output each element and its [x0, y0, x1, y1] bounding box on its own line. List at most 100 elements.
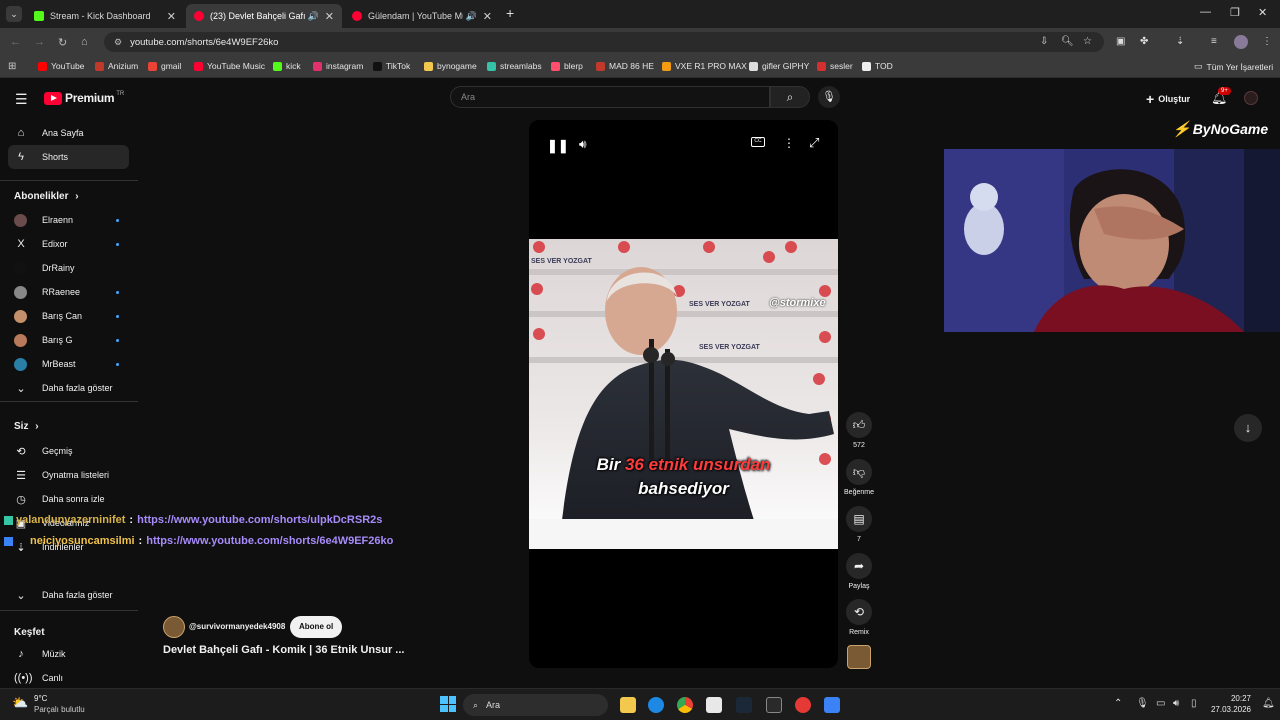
youtube-premium-logo[interactable]: Premium TR	[44, 91, 124, 105]
extensions-puzzle-icon[interactable]: ✤	[1140, 36, 1148, 47]
fullscreen-icon[interactable]: ⤢	[809, 135, 819, 151]
tray-chevron-icon[interactable]: ⌃	[1114, 698, 1122, 709]
tab-kick-dashboard[interactable]: Stream - Kick Dashboard ✕	[26, 4, 184, 28]
url-text[interactable]: youtube.com/shorts/6e4W9EF26ko	[130, 37, 278, 48]
tab-youtube-music[interactable]: Gülendam | YouTube Music 🔊 ✕	[344, 4, 500, 28]
start-button[interactable]	[440, 696, 456, 712]
remix-action[interactable]: ⟲ Remix	[846, 599, 872, 636]
restore-icon[interactable]: ❐	[1230, 6, 1240, 19]
bookmark-item[interactable]: bynogame	[424, 61, 477, 71]
address-bar[interactable]: ⚙ youtube.com/shorts/6e4W9EF26ko	[104, 32, 1104, 52]
weather-icon[interactable]: ⛅	[12, 695, 28, 711]
minimize-icon[interactable]: —	[1200, 6, 1211, 18]
share-icon[interactable]: ➦	[846, 553, 872, 579]
sidebar-show-more[interactable]: ⌄ Daha fazla göster	[8, 583, 129, 607]
thumbs-down-icon[interactable]: 👎︎	[846, 459, 872, 485]
like-action[interactable]: 👍︎ 572	[846, 412, 872, 449]
video-frame[interactable]: SES VER YOZGAT SES VER YOZGAT SES VER YO…	[529, 239, 838, 549]
voice-search-button[interactable]: 🎙︎	[818, 86, 840, 108]
search-button[interactable]: ⌕	[770, 86, 810, 108]
more-options-icon[interactable]: ⋮	[783, 136, 795, 150]
sidebar-item-shorts[interactable]: ϟ Shorts	[8, 145, 129, 169]
bookmark-star-icon[interactable]: ☆	[1083, 36, 1092, 47]
epic-games-icon[interactable]	[766, 697, 782, 713]
comment-icon[interactable]: ▤	[846, 506, 872, 532]
sidebar-item[interactable]: ◷ Daha sonra izle	[8, 487, 129, 511]
bookmark-item[interactable]: YouTube Music	[194, 61, 265, 71]
close-tab-icon[interactable]: ✕	[167, 10, 176, 23]
bookmark-item[interactable]: gmail	[148, 61, 181, 71]
section-subscriptions[interactable]: Abonelikler ›	[14, 191, 79, 202]
all-bookmarks-folder[interactable]: ▭ Tüm Yer İşaretleri	[1194, 61, 1273, 72]
sidebar-sub[interactable]: RRaenee	[8, 280, 129, 304]
thumbs-up-icon[interactable]: 👍︎	[846, 412, 872, 438]
close-window-icon[interactable]: ✕	[1258, 6, 1267, 19]
menu-kebab-icon[interactable]: ⋮	[1262, 36, 1272, 47]
edge-icon[interactable]	[648, 697, 664, 713]
speaker-icon[interactable]: 🔊	[466, 11, 477, 22]
forward-icon[interactable]: →	[34, 36, 45, 48]
hamburger-menu-icon[interactable]: ☰	[15, 91, 28, 108]
channel-name[interactable]: @survivormanyedek4908	[189, 622, 285, 631]
bookmark-item[interactable]: blerp	[551, 61, 583, 71]
sidebar-item[interactable]: ⟲ Geçmiş	[8, 439, 129, 463]
bookmark-item[interactable]: YouTube	[38, 61, 84, 71]
volume-icon[interactable]: 🔊︎	[579, 137, 587, 152]
zoom-icon[interactable]: 🔍︎	[1061, 36, 1074, 47]
bookmark-item[interactable]: instagram	[313, 61, 363, 71]
speaker-icon[interactable]: 🔊	[308, 11, 319, 22]
tab-active-youtube[interactable]: (23) Devlet Bahçeli Gafı - Ko 🔊 ✕	[186, 4, 342, 28]
channel-avatar[interactable]	[163, 616, 185, 638]
home-icon[interactable]: ⌂	[81, 36, 88, 48]
taskbar-search[interactable]: ⌕ Ara	[463, 694, 608, 716]
shorts-player[interactable]: ❚❚ 🔊︎ CC ⋮ ⤢ SES VER YOZGAT SES VER YOZG…	[529, 120, 838, 668]
sidebar-sub[interactable]: Barış G	[8, 328, 129, 352]
app-red-icon[interactable]	[795, 697, 811, 713]
sidebar-sub[interactable]: X Edixor	[8, 232, 129, 256]
reload-icon[interactable]: ↻	[58, 36, 67, 49]
bookmark-item[interactable]: kick	[273, 61, 301, 71]
install-app-icon[interactable]: ⇩	[1040, 36, 1048, 47]
close-tab-icon[interactable]: ✕	[325, 10, 334, 23]
section-explore[interactable]: Keşfet	[14, 627, 45, 638]
section-you[interactable]: Siz ›	[14, 421, 39, 432]
short-title[interactable]: Devlet Bahçeli Gafı - Komik | 36 Etnik U…	[163, 644, 404, 656]
sidebar-item-live[interactable]: ((•)) Canlı	[8, 666, 129, 690]
bookmark-item[interactable]: TOD	[862, 61, 893, 71]
close-tab-icon[interactable]: ✕	[483, 10, 492, 23]
weather-temp[interactable]: 9°C	[34, 694, 47, 703]
bookmark-item[interactable]: TikTok	[373, 61, 410, 71]
sidebar-sub[interactable]: MrBeast	[8, 352, 129, 376]
weather-desc[interactable]: Parçalı bulutlu	[34, 705, 85, 714]
captions-icon[interactable]: CC	[751, 137, 765, 147]
tab-search-icon[interactable]: ⌄	[6, 6, 22, 22]
app-blue-icon[interactable]	[824, 697, 840, 713]
sound-thumbnail[interactable]	[847, 645, 871, 669]
sidebar-item-home[interactable]: ⌂ Ana Sayfa	[8, 121, 129, 145]
bookmark-item[interactable]: MAD 86 HE	[596, 61, 654, 71]
bookmark-item[interactable]: Anizium	[95, 61, 138, 71]
back-icon[interactable]: ←	[10, 36, 21, 48]
comments-action[interactable]: ▤ 7	[846, 506, 872, 543]
sidebar-item-music[interactable]: ♪ Müzik	[8, 642, 129, 666]
apps-grid-icon[interactable]: ⊞	[8, 61, 16, 72]
profile-avatar[interactable]	[1234, 35, 1248, 49]
share-action[interactable]: ➦ Paylaş	[846, 553, 872, 590]
subscribe-button[interactable]: Abone ol	[290, 616, 343, 638]
tray-mic-icon[interactable]: 🎙︎	[1136, 698, 1149, 709]
dislike-action[interactable]: 👎︎ Beğenme	[844, 459, 874, 496]
media-controls-icon[interactable]: ≡	[1211, 36, 1217, 47]
steam-icon[interactable]	[736, 697, 752, 713]
next-short-arrow-icon[interactable]: ↓	[1234, 414, 1262, 442]
bookmark-item[interactable]: streamlabs	[487, 61, 542, 71]
clock-time[interactable]: 20:27	[1215, 694, 1251, 703]
remix-icon[interactable]: ⟲	[846, 599, 872, 625]
tray-network-icon[interactable]: ▭	[1156, 698, 1165, 709]
create-button[interactable]: + Oluştur	[1146, 91, 1190, 107]
sidebar-show-more[interactable]: ⌄ Daha fazla göster	[8, 376, 129, 400]
clock-date[interactable]: 27.03.2026	[1208, 705, 1251, 714]
search-input[interactable]: Ara	[450, 86, 770, 108]
bookmark-item[interactable]: gifler GIPHY	[749, 61, 809, 71]
sidebar-item[interactable]: ☰ Oynatma listeleri	[8, 463, 129, 487]
notification-center-icon[interactable]: 🔔︎	[1262, 698, 1275, 709]
